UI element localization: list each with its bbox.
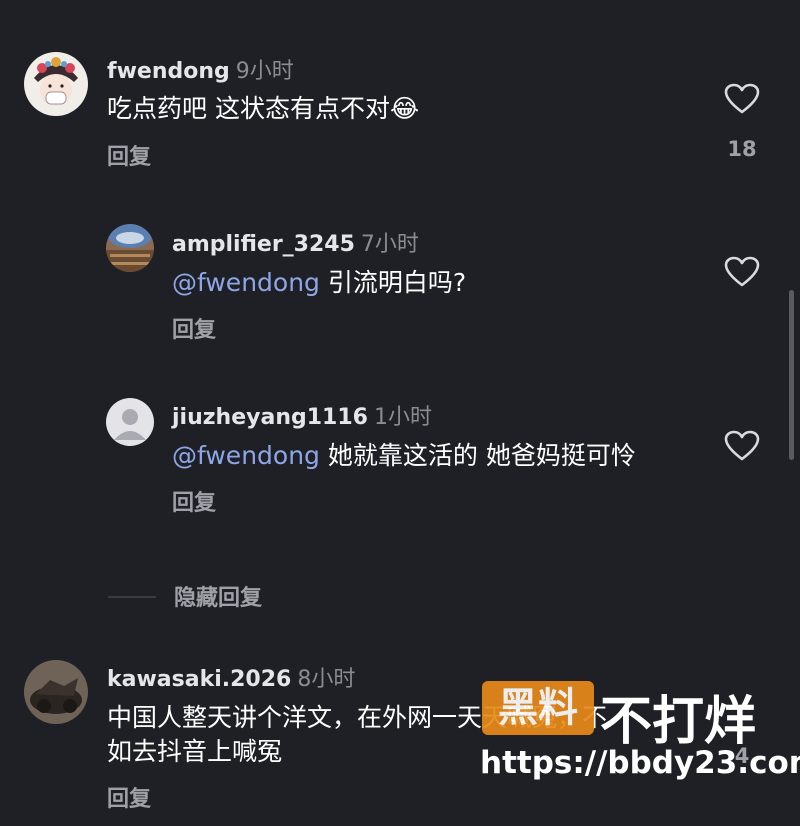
like-heart-icon[interactable] <box>724 256 760 288</box>
comment-text-line-2: 如去抖音上喊冤 <box>107 737 283 766</box>
avatar[interactable] <box>106 224 154 272</box>
watermark-logo: 黑料 <box>482 681 594 735</box>
timestamp: 9小时 <box>235 59 294 84</box>
avatar[interactable] <box>24 52 88 116</box>
timestamp: 1小时 <box>373 405 432 430</box>
comment-text: @fwendong 她就靠这活的 她爸妈挺可怜 <box>172 436 636 472</box>
comment-text: @fwendong 引流明白吗? <box>172 263 466 299</box>
default-avatar-icon[interactable] <box>106 398 154 446</box>
reply-button[interactable]: 回复 <box>172 485 216 517</box>
comment-header: fwendong 9小时 <box>107 53 294 85</box>
divider <box>108 596 156 598</box>
like-heart-icon[interactable] <box>724 83 760 115</box>
username[interactable]: fwendong <box>107 59 230 84</box>
hide-replies-button[interactable]: 隐藏回复 <box>174 580 262 612</box>
username[interactable]: kawasaki.2026 <box>107 667 291 692</box>
comment-header: amplifier_3245 7小时 <box>172 226 419 258</box>
timestamp: 8小时 <box>297 667 356 692</box>
scrollbar[interactable] <box>789 290 794 460</box>
comment-header: kawasaki.2026 8小时 <box>107 661 355 693</box>
watermark-url: https://bbdy23.com <box>480 745 800 781</box>
comment-body: 引流明白吗? <box>319 268 467 297</box>
reply-button[interactable]: 回复 <box>172 312 216 344</box>
reply-button[interactable]: 回复 <box>107 139 151 171</box>
avatar[interactable] <box>24 660 88 724</box>
mention-link[interactable]: @fwendong <box>172 268 320 297</box>
username[interactable]: amplifier_3245 <box>172 232 355 257</box>
like-count: 18 <box>727 137 757 161</box>
watermark-text: 不打烊 <box>600 692 757 752</box>
username[interactable]: jiuzheyang1116 <box>172 405 368 430</box>
reply-button[interactable]: 回复 <box>107 781 151 813</box>
comment-body: 她就靠这活的 她爸妈挺可怜 <box>319 441 636 470</box>
timestamp: 7小时 <box>360 232 419 257</box>
like-heart-icon[interactable] <box>724 430 760 462</box>
comment-header: jiuzheyang1116 1小时 <box>172 399 432 431</box>
comment-text: 吃点药吧 这状态有点不对😂 <box>107 94 420 123</box>
mention-link[interactable]: @fwendong <box>172 441 320 470</box>
